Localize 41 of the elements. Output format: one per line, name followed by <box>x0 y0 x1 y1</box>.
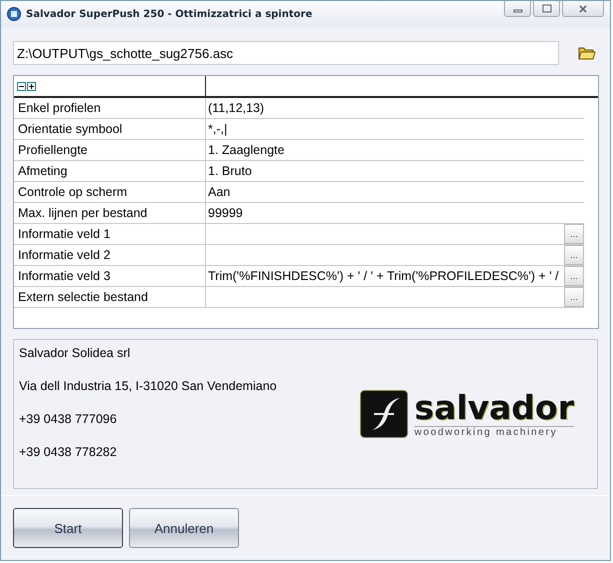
minimize-button[interactable] <box>504 1 531 17</box>
property-value[interactable]: Trim('%FINISHDESC%') + ' / ' + Trim('%PROFILEDESC%') + ' / <box>208 269 559 283</box>
browse-button[interactable]: ... <box>564 266 584 286</box>
close-button[interactable] <box>562 1 604 17</box>
logo-tagline: woodworking machinery <box>414 426 574 438</box>
path-field[interactable]: Z:\OUTPUT\gs_schotte_sug2756.asc <box>13 41 559 65</box>
browse-button[interactable]: ... <box>564 287 584 307</box>
property-value[interactable]: 99999 <box>208 206 243 220</box>
logo-icon <box>360 390 408 438</box>
dialog-button[interactable]: Annuleren <box>129 508 239 548</box>
logo-wordmark: salvador <box>414 390 574 426</box>
property-label: Orientatie symbool <box>14 119 206 139</box>
property-label: Profiellengte <box>14 140 206 160</box>
app-icon <box>7 7 21 21</box>
property-label: Informatie veld 2 <box>14 245 206 265</box>
maximize-icon <box>542 4 552 14</box>
info-text: Via dell Industria 15, I-31020 San Vendemiano <box>19 379 278 395</box>
property-label: Informatie veld 1 <box>14 224 206 244</box>
property-label: Informatie veld 3 <box>14 266 206 286</box>
expand-icon[interactable] <box>27 82 36 90</box>
property-label: Afmeting <box>14 161 206 181</box>
info-text: Salvador Solidea srl <box>19 346 132 362</box>
property-value[interactable]: 1. Bruto <box>208 164 252 178</box>
close-icon <box>578 4 588 14</box>
property-value[interactable]: (11,12,13) <box>208 101 264 115</box>
maximize-button[interactable] <box>533 1 560 17</box>
property-label: Max. lijnen per bestand <box>14 203 206 223</box>
browse-button[interactable]: ... <box>564 224 584 244</box>
window-title: Salvador SuperPush 250 - Ottimizzatrici a spintore <box>26 8 314 20</box>
property-value[interactable]: *,-,| <box>208 122 228 136</box>
property-label: Controle op scherm <box>14 182 206 202</box>
browse-button[interactable]: ... <box>564 245 584 265</box>
property-label: Enkel profielen <box>14 98 206 118</box>
info-text: +39 0438 777096 <box>19 412 118 428</box>
property-value[interactable]: Aan <box>208 185 230 199</box>
collapse-icon[interactable] <box>17 82 26 90</box>
dialog-button[interactable]: Start <box>13 508 123 548</box>
property-label: Extern selectie bestand <box>14 287 206 307</box>
property-value[interactable]: 1. Zaaglengte <box>208 143 284 157</box>
info-text: +39 0438 778282 <box>19 445 118 461</box>
folder-icon[interactable] <box>578 46 596 60</box>
